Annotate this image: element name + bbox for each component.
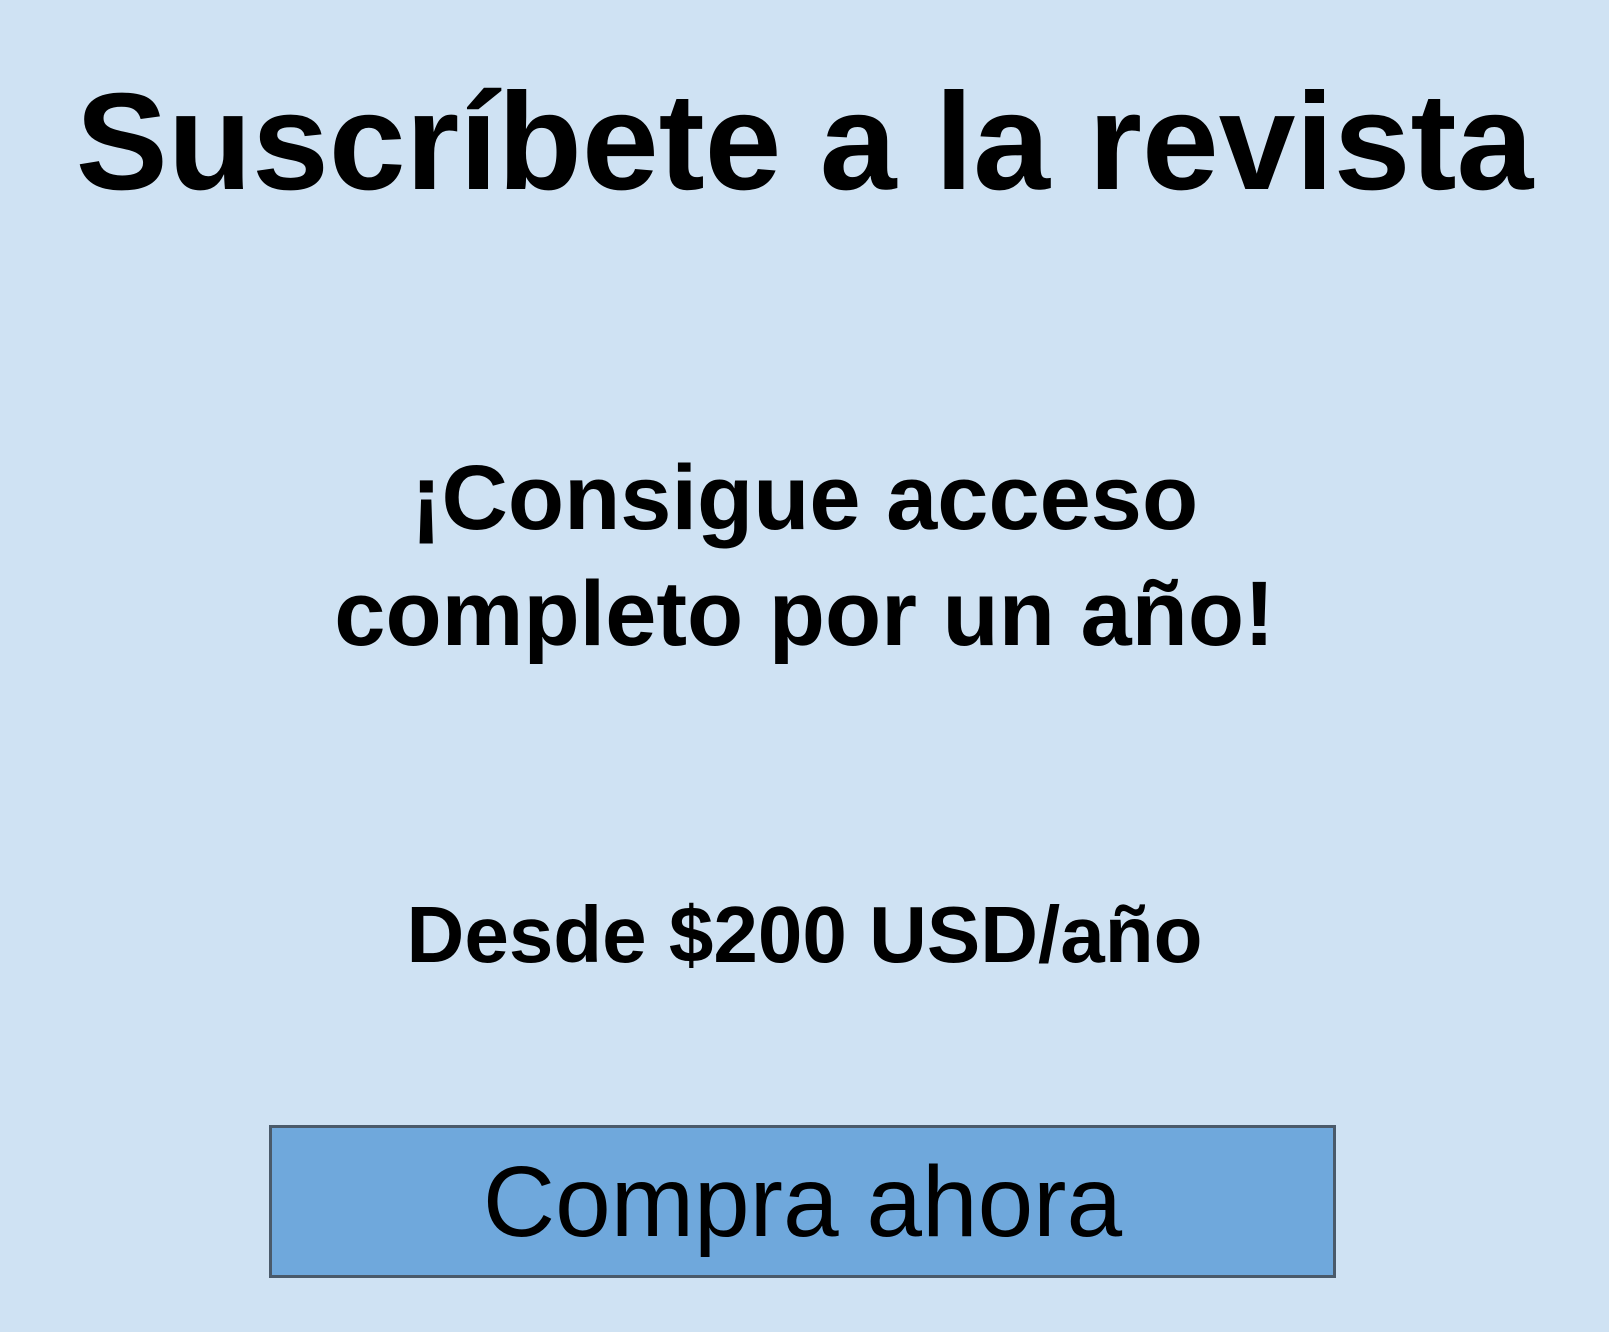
- price-text: Desde $200 USD/año: [406, 890, 1203, 979]
- buy-now-button-label: Compra ahora: [482, 1145, 1123, 1258]
- buy-now-button[interactable]: Compra ahora: [269, 1125, 1336, 1278]
- promo-tagline: ¡Consigue acceso completo por un año!: [334, 447, 1275, 665]
- subscription-card: Suscríbete a la revista ¡Consigue acceso…: [0, 0, 1609, 1332]
- page-title: Suscríbete a la revista: [75, 65, 1534, 219]
